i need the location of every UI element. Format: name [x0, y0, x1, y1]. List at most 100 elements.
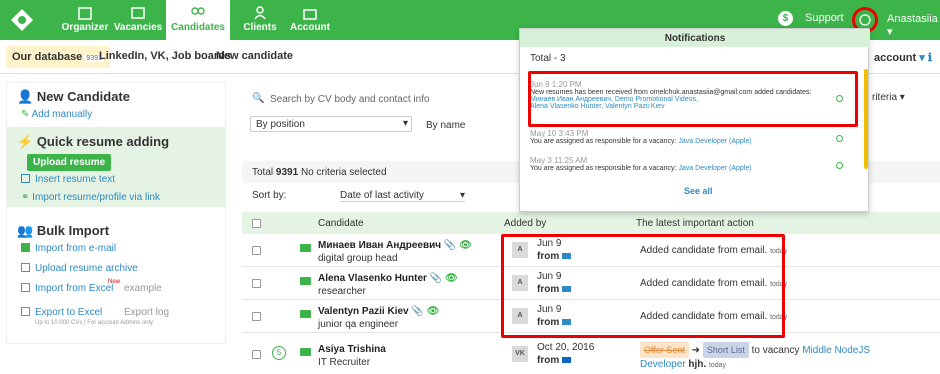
notifications-total: Total - 3 [530, 53, 566, 64]
table-row[interactable]: 5 Asiya Trishina IT Recruiter VK Oct 20,… [242, 338, 940, 374]
bell-icon [859, 14, 871, 26]
user-menu[interactable]: Anastasiia ▾ [887, 13, 940, 38]
nav-account[interactable]: Account [288, 0, 332, 40]
table-header: Candidate Added by The latest important … [242, 212, 940, 234]
dollar-icon: $ [778, 11, 793, 26]
example-link[interactable]: example [124, 283, 162, 294]
total-count: 9391 [275, 167, 299, 178]
export-log-link[interactable]: Export log [124, 307, 169, 318]
row-checkbox[interactable] [252, 246, 261, 255]
nav-clients-label: Clients [243, 22, 277, 33]
new-candidate-title-text: New Candidate [36, 89, 130, 104]
new-badge: New [108, 279, 121, 285]
nav-account-label: Account [290, 22, 330, 33]
import-email-label: Import from e-mail [35, 243, 117, 254]
vacancy-link[interactable]: Java Developer (Apple) [678, 165, 751, 172]
eye-icon: 👁 [444, 273, 458, 284]
row-checkbox[interactable] [252, 312, 261, 321]
no-criteria-text: No criteria selected [300, 167, 387, 178]
app-logo-icon[interactable] [10, 8, 34, 32]
notification-item[interactable]: May 3 11:25 AM You are assigned as respo… [530, 156, 850, 172]
criteria-label: riteria [872, 92, 898, 103]
search-icon: 🔍 [252, 93, 265, 104]
client-icon [240, 0, 280, 22]
link-icon: ⚭ [21, 192, 33, 203]
upload-resume-button[interactable]: Upload resume [27, 154, 112, 171]
sort-select[interactable]: Date of last activity ▾ [340, 190, 465, 202]
added-from-label: from [537, 355, 560, 366]
support-label: Support [805, 12, 844, 24]
position-select[interactable]: By position ▾ [250, 116, 412, 132]
sort-by-label: Sort by: [252, 190, 287, 201]
sidebar: 👤 New Candidate ✎ Add manually ⚡ Quick r… [6, 82, 226, 344]
check-icon[interactable] [836, 162, 843, 169]
add-person-icon: 👤 [17, 89, 34, 104]
notification-time: May 3 11:25 AM [530, 156, 588, 165]
contact-card-icon [300, 244, 311, 252]
candidate-name[interactable]: Минаев Иван Андреевич 📎 👁 [318, 240, 472, 251]
nav-candidates[interactable]: Candidates [166, 0, 230, 40]
select-all-checkbox[interactable] [252, 219, 261, 228]
notification-item[interactable]: May 10 3:43 PM You are assigned as respo… [530, 129, 850, 145]
vacancy-link-cont[interactable]: Developer [640, 359, 686, 370]
tab-new-candidate[interactable]: New candidate [216, 50, 293, 62]
archive-icon [21, 263, 30, 272]
new-candidate-title: 👤 New Candidate [17, 89, 130, 105]
candidate-name[interactable]: Valentyn Pazii Kiev 📎 👁 [318, 306, 439, 317]
arrow-right-icon: ➜ [691, 345, 701, 356]
vacancy-link[interactable]: Middle NodeJS [802, 345, 870, 356]
action-time: today [708, 362, 727, 369]
import-via-link[interactable]: ⚭ Import resume/profile via link [21, 192, 160, 203]
account-selector[interactable]: account ▾ ℹ [874, 51, 932, 64]
contact-card-icon [300, 310, 311, 318]
vacancy-link[interactable]: Java Developer (Apple) [678, 138, 751, 145]
email-icon [21, 243, 30, 252]
nav-organizer[interactable]: Organizer [58, 0, 112, 40]
criteria-dropdown[interactable]: riteria ▾ [872, 92, 905, 103]
contact-card-icon [300, 277, 311, 285]
insert-resume-text-link[interactable]: Insert resume text [21, 174, 115, 185]
bulk-import-title-text: Bulk Import [36, 223, 110, 238]
candidate-name[interactable]: Asiya Trishina [318, 344, 386, 355]
tab-linkedin[interactable]: LinkedIn, VK, Job boards [99, 50, 231, 62]
import-excel-label: Import from Excel [35, 283, 114, 294]
user-name: Anastasiia [887, 13, 938, 25]
attachment-icon: 📎 [411, 306, 424, 317]
position-select-value: By position [256, 119, 305, 130]
upload-archive-label: Upload resume archive [35, 263, 138, 274]
notification-time: May 10 3:43 PM [530, 129, 589, 138]
nav-vacancies-label: Vacancies [113, 22, 163, 33]
search-bar[interactable]: 🔍 Search by CV body and contact info [242, 84, 532, 112]
quick-resume-title-text: Quick resume adding [36, 134, 170, 149]
check-icon[interactable] [836, 135, 843, 142]
notifications-title: Notifications [520, 29, 870, 47]
people-icon [166, 0, 230, 22]
attachment-icon: 📎 [429, 273, 443, 284]
import-excel-link[interactable]: Import from Excel [21, 283, 113, 294]
candidate-name-text: Alena Vlasenko Hunter [318, 273, 427, 284]
lightning-icon: ⚡ [17, 134, 34, 149]
col-candidate: Candidate [318, 218, 364, 229]
see-all-link[interactable]: See all [684, 186, 713, 196]
nav-clients[interactable]: Clients [240, 0, 280, 40]
import-via-link-label: Import resume/profile via link [32, 192, 160, 203]
import-email-link[interactable]: Import from e-mail [21, 243, 116, 254]
candidate-name[interactable]: Alena Vlasenko Hunter 📎 👁 [318, 273, 458, 284]
scrollbar[interactable] [864, 69, 868, 169]
add-manually-link[interactable]: ✎ Add manually [21, 109, 92, 120]
nav-vacancies[interactable]: Vacancies [112, 0, 164, 40]
by-name-filter[interactable]: By name [426, 120, 465, 131]
upload-archive-link[interactable]: Upload resume archive [21, 263, 138, 274]
vacancies-icon [112, 0, 164, 22]
nav-organizer-label: Organizer [61, 22, 109, 33]
support-link[interactable]: $ Support [778, 11, 844, 26]
row-checkbox[interactable] [252, 279, 261, 288]
avatar: VK [512, 346, 528, 362]
notification-text: You are assigned as responsible for a va… [530, 165, 677, 172]
candidate-role: digital group head [318, 253, 398, 264]
export-excel-link[interactable]: Export to Excel [21, 307, 102, 318]
eye-icon: 👁 [459, 240, 472, 251]
tab-our-database[interactable]: Our database 9391 [6, 46, 110, 68]
export-note: Up to 10.000 CVs | For account Admins on… [35, 320, 153, 326]
row-checkbox[interactable] [252, 350, 261, 359]
